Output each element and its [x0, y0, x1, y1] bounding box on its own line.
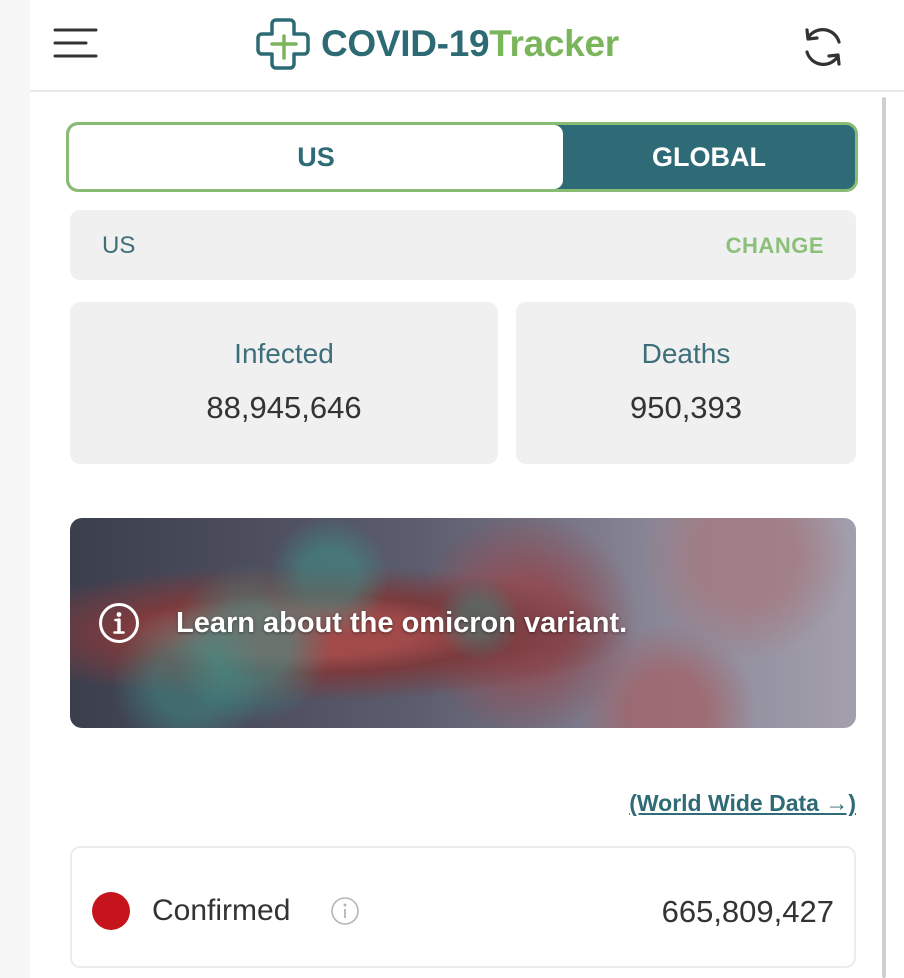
change-location-button[interactable]: CHANGE	[726, 233, 824, 259]
location-name: US	[102, 232, 136, 259]
hamburger-menu-icon	[53, 28, 98, 58]
tab-us[interactable]: US	[69, 125, 563, 189]
deaths-value: 950,393	[629, 390, 743, 425]
app-title-tracker: Tracker	[489, 23, 619, 64]
deaths-card: Deaths 950,393	[516, 302, 856, 464]
omicron-banner[interactable]: Learn about the omicron variant.	[70, 518, 856, 728]
banner-text: Learn about the omicron variant.	[176, 607, 628, 639]
app-title: COVID-19Tracker	[321, 23, 619, 65]
menu-button[interactable]	[52, 26, 102, 62]
confirmed-status-dot	[92, 892, 130, 930]
app-brand: COVID-19Tracker	[255, 16, 619, 72]
location-bar: US CHANGE	[70, 210, 856, 280]
medical-cross-logo-icon	[256, 18, 310, 70]
confirmed-row[interactable]: Confirmed 665,809,427	[70, 846, 856, 968]
scrollbar[interactable]	[882, 97, 886, 978]
app-frame: COVID-19Tracker US GLOBAL US CHANGE Infe…	[30, 0, 904, 978]
app-header: COVID-19Tracker	[30, 0, 904, 92]
refresh-button[interactable]	[796, 20, 850, 74]
infected-card: Infected 88,945,646	[70, 302, 498, 464]
infected-value: 88,945,646	[206, 390, 362, 425]
confirmed-value: 665,809,427	[661, 894, 834, 929]
confirmed-label: Confirmed	[152, 894, 291, 927]
world-wide-data-link[interactable]: (World Wide Data →)	[629, 790, 856, 817]
info-icon	[99, 603, 139, 643]
refresh-icon	[805, 28, 841, 66]
infected-label: Infected	[234, 338, 334, 369]
deaths-label: Deaths	[641, 338, 731, 369]
confirmed-info-icon[interactable]	[330, 896, 360, 926]
tab-global[interactable]: GLOBAL	[563, 125, 855, 189]
app-title-covid: COVID-19	[321, 23, 490, 64]
region-toggle: US GLOBAL	[66, 122, 858, 192]
